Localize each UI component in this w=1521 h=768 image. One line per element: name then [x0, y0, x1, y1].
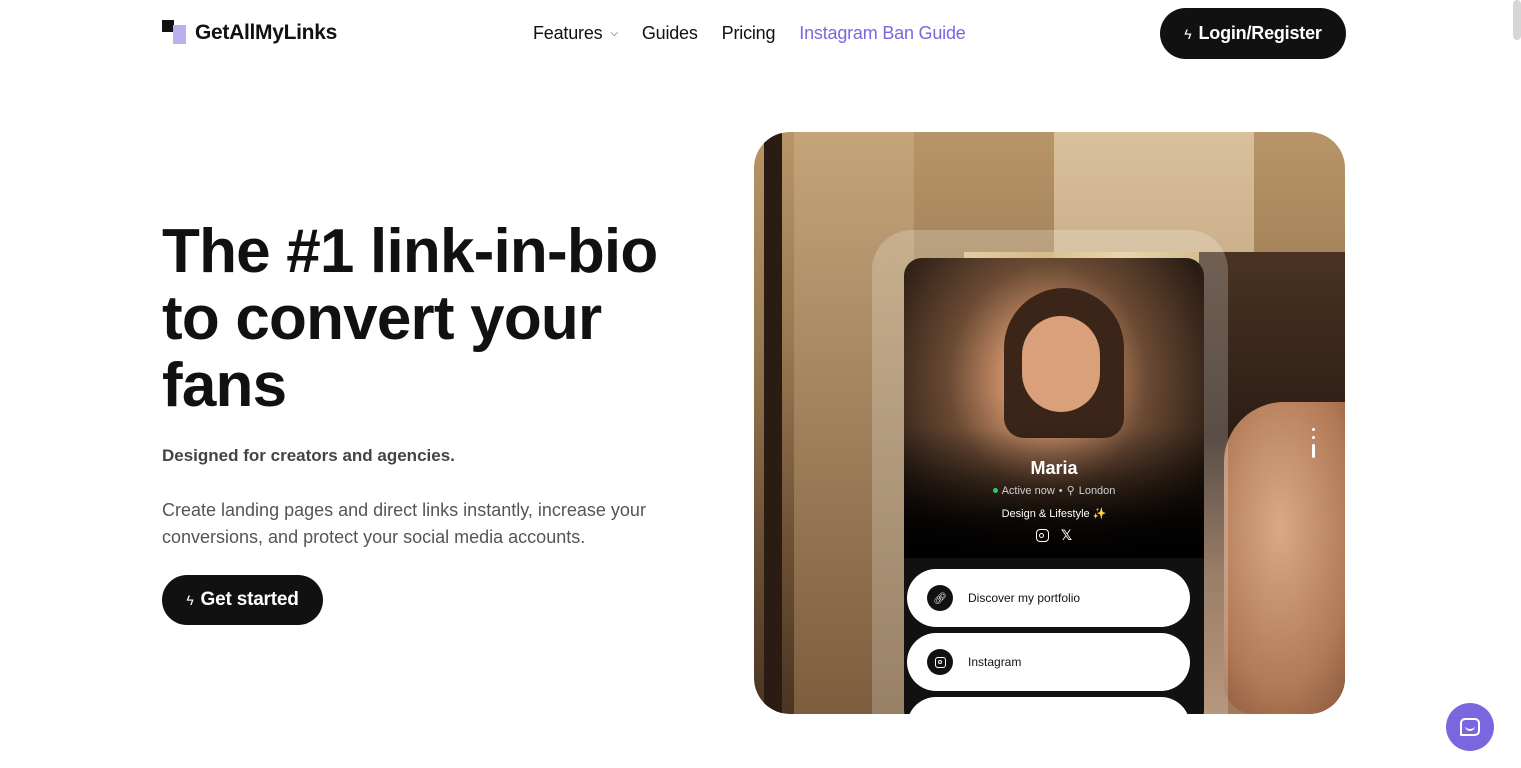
nav-features-label: Features [533, 22, 603, 43]
link-card-portfolio[interactable]: 🔗︎ Discover my portfolio [907, 569, 1190, 627]
location-pin-icon: ⚲ [1066, 485, 1075, 497]
hero-image: Maria Active now • ⚲ London Design & Lif… [754, 132, 1345, 714]
logo-mark-icon [162, 20, 186, 45]
nav-guides[interactable]: Guides [642, 23, 698, 44]
login-register-label: Login/Register [1198, 23, 1322, 43]
instagram-icon [927, 649, 953, 675]
carousel-dot[interactable] [1312, 428, 1315, 431]
profile-photo-face [1022, 316, 1100, 412]
link-card-instagram[interactable]: Instagram [907, 633, 1190, 691]
get-started-label: Get started [200, 589, 299, 610]
status-separator: • [1058, 484, 1063, 497]
nav-instagram-ban-guide[interactable]: Instagram Ban Guide [799, 23, 965, 44]
hero-title-line-2: to convert your [162, 284, 602, 353]
link-card-label: Instagram [968, 655, 1022, 669]
hero-title: The #1 link-in-bio to convert your fans [162, 218, 722, 419]
link-card-label: Discover my portfolio [968, 591, 1081, 605]
hero-title-line-1: The #1 link-in-bio [162, 217, 658, 286]
link-card-partial[interactable] [907, 697, 1190, 714]
nav-features[interactable]: Features ⌵ [533, 23, 618, 44]
hero-subtitle: Designed for creators and agencies. [162, 446, 455, 465]
phone-mockup: Maria Active now • ⚲ London Design & Lif… [904, 258, 1204, 714]
logo-text: GetAllMyLinks [195, 20, 337, 44]
site-header: GetAllMyLinks Features ⌵ Guides Pricing … [0, 0, 1521, 66]
online-dot-icon [992, 488, 998, 493]
chat-icon [1460, 718, 1480, 736]
profile-socials: 𝕏 [904, 528, 1204, 542]
profile-status-text: Active now [1001, 484, 1055, 497]
bolt-icon: ϟ [1184, 25, 1192, 42]
login-register-button[interactable]: ϟ Login/Register [1160, 8, 1346, 59]
profile-bio: Design & Lifestyle ✨ [1001, 508, 1107, 520]
carousel-dot[interactable] [1312, 436, 1315, 439]
carousel-dot-active[interactable] [1312, 444, 1315, 458]
x-icon[interactable]: 𝕏 [1061, 528, 1072, 542]
background-beam [764, 132, 782, 714]
instagram-icon[interactable] [1035, 529, 1049, 542]
chat-support-button[interactable] [1446, 703, 1494, 751]
profile-location: London [1078, 484, 1116, 497]
hero-title-line-3: fans [162, 351, 287, 420]
get-started-button[interactable]: ϟ Get started [162, 575, 323, 625]
chevron-down-icon: ⌵ [610, 27, 618, 39]
hero-description: Create landing pages and direct links in… [162, 500, 646, 547]
logo[interactable]: GetAllMyLinks [162, 20, 337, 45]
carousel-indicator[interactable] [1312, 428, 1315, 458]
link-icon: 🔗︎ [927, 585, 953, 611]
background-face [1224, 402, 1345, 714]
nav-pricing[interactable]: Pricing [722, 23, 776, 44]
bolt-icon: ϟ [186, 592, 194, 608]
profile-status: Active now • ⚲ London [904, 484, 1204, 497]
profile-name: Maria [1030, 458, 1078, 478]
main-nav: Features ⌵ Guides Pricing Instagram Ban … [533, 20, 966, 46]
